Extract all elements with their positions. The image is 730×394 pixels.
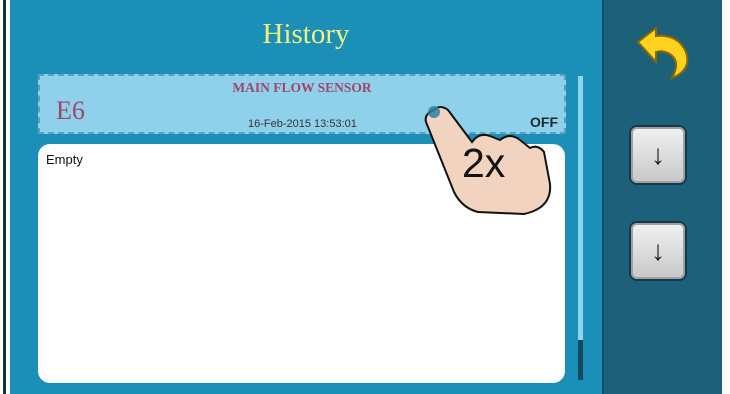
event-code: E6 xyxy=(56,96,85,125)
device-frame: History E6 MAIN FLOW SENSOR 16-Feb-2015 … xyxy=(0,0,730,394)
page-title: History xyxy=(262,18,350,50)
down-button-2[interactable]: ↓ xyxy=(631,223,685,279)
scrollbar-thumb[interactable] xyxy=(578,340,583,380)
left-divider xyxy=(3,0,6,394)
right-edge xyxy=(722,0,730,394)
details-text: Empty xyxy=(46,152,83,167)
event-timestamp: 16-Feb-2015 13:53:01 xyxy=(248,118,357,130)
event-name: MAIN FLOW SENSOR xyxy=(232,80,372,95)
scrollbar-track[interactable] xyxy=(578,76,583,376)
back-arrow-icon[interactable] xyxy=(628,22,698,80)
down-button-1[interactable]: ↓ xyxy=(631,127,685,183)
double-tap-label: 2x xyxy=(462,140,506,186)
